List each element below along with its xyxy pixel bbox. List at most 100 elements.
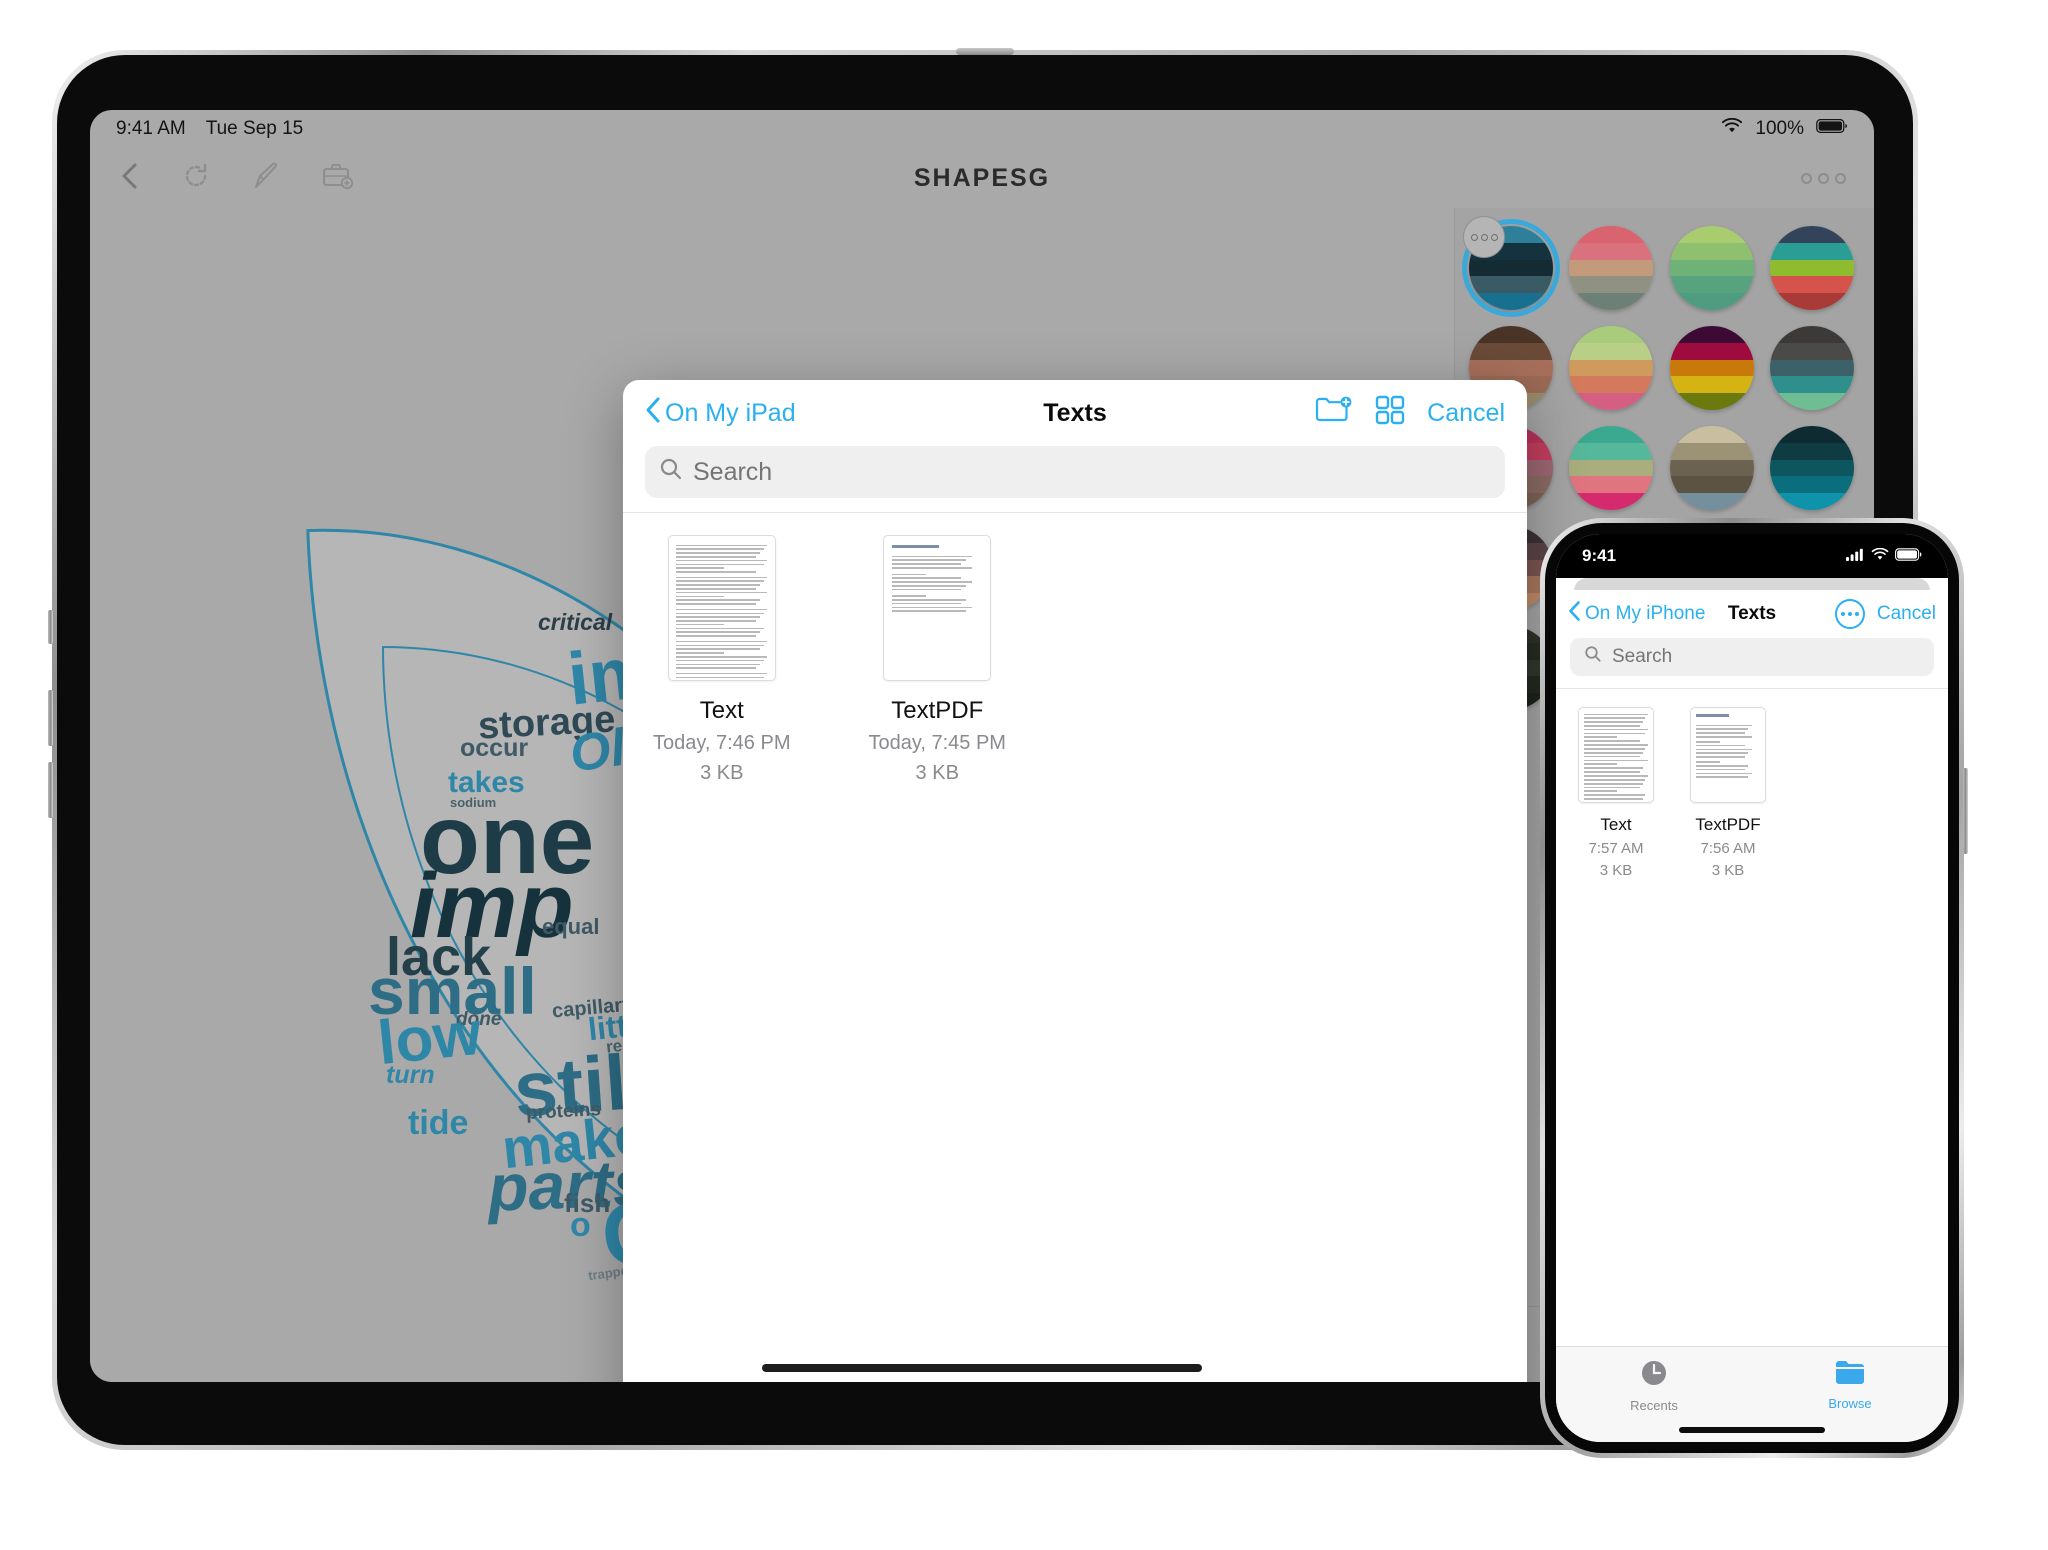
swatch-band: [1569, 393, 1654, 410]
thumbnail-lines: [1584, 713, 1648, 802]
swatch-band: [1769, 326, 1854, 343]
more-options-icon[interactable]: [1834, 599, 1865, 629]
selected-swatch-wrap: [1462, 216, 1560, 317]
file-item[interactable]: TextPDF 7:56 AM 3 KB: [1690, 707, 1766, 879]
file-date: Today, 7:45 PM: [868, 732, 1006, 754]
swatch-band: [1669, 426, 1754, 443]
ipad-power-button[interactable]: [48, 610, 53, 644]
ipad-volume-up-button[interactable]: [48, 690, 53, 746]
swatch-band: [1669, 326, 1754, 343]
swatch-band: [1769, 342, 1854, 360]
tab-recents[interactable]: Recents: [1556, 1359, 1752, 1413]
iphone-status-time: 9:41: [1582, 546, 1617, 565]
swatch-band: [1669, 442, 1754, 460]
palette-swatch-navy-cyan[interactable]: [1769, 426, 1854, 510]
iphone-search-input[interactable]: [1612, 646, 1920, 668]
screenshot-stage: 9:41 AM Tue Sep 15 100% SHAPESG critical…: [0, 0, 2048, 1550]
file-size: 3 KB: [915, 762, 959, 784]
ipad-app-toolbar: SHAPESG: [90, 148, 1874, 208]
palette-swatch-magenta-gold[interactable]: [1669, 326, 1754, 410]
palette-swatch-sand-olive[interactable]: [1669, 426, 1754, 510]
file-name: TextPDF: [1695, 815, 1761, 834]
swatch-band: [1569, 276, 1654, 294]
ipad-picker-nav: On My iPad Texts Cancel: [623, 380, 1527, 446]
ipad-files-area: Text Today, 7:46 PM 3 KB TextPDF Today, 7:45…: [623, 512, 1527, 1382]
text-thumbnail: [1578, 707, 1654, 803]
iphone-files-grid: Text 7:57 AM 3 KB TextPDF 7:56 AM 3 KB: [1556, 689, 1948, 879]
palette-swatch-teal-lime-red[interactable]: [1769, 226, 1854, 310]
palette-swatch-lime-orange-pink[interactable]: [1569, 326, 1654, 410]
swatch-more-icon[interactable]: [1463, 216, 1505, 258]
file-item[interactable]: Text 7:57 AM 3 KB: [1578, 707, 1654, 879]
swatch-band: [1569, 442, 1654, 460]
swatch-band: [1569, 293, 1654, 310]
ipad-home-indicator[interactable]: [762, 1364, 1202, 1372]
swatch-band: [1569, 426, 1654, 443]
palette-swatch-charcoal-teal[interactable]: [1769, 326, 1854, 410]
iphone-picker-back-button[interactable]: On My iPhone: [1568, 600, 1705, 628]
palette-swatch-teal-pink[interactable]: [1569, 426, 1654, 510]
swatch-band: [1469, 359, 1553, 377]
back-chevron-icon: [1568, 600, 1581, 628]
swatch-band: [1669, 276, 1754, 294]
tab-label: Recents: [1630, 1398, 1678, 1413]
swatch-band: [1669, 242, 1754, 260]
grid-view-icon[interactable]: [1375, 395, 1405, 432]
iphone-status-bar: 9:41: [1556, 534, 1948, 578]
iphone-picker-cancel-button[interactable]: Cancel: [1877, 603, 1936, 625]
pdf-thumbnail: [1690, 707, 1766, 803]
wordcloud-word: critical: [538, 609, 613, 635]
pdf-heading: [1696, 713, 1730, 717]
ipad-picker-back-label: On My iPad: [665, 398, 796, 427]
swatch-band: [1769, 493, 1854, 510]
back-chevron-icon: [645, 396, 661, 431]
iphone-files-area: Text 7:57 AM 3 KB TextPDF 7:56 AM 3 KB: [1556, 688, 1948, 1344]
iphone-picker-nav: On My iPhone Texts Cancel: [1556, 590, 1948, 638]
iphone-home-indicator[interactable]: [1679, 1427, 1825, 1433]
file-item[interactable]: Text Today, 7:46 PM 3 KB: [653, 535, 790, 785]
ipad-picker-back-button[interactable]: On My iPad: [645, 396, 796, 431]
palette-swatch-rose-tan[interactable]: [1569, 226, 1654, 310]
ipad-search-bar[interactable]: [645, 446, 1505, 498]
new-folder-icon[interactable]: [1315, 394, 1353, 433]
swatch-band: [1769, 376, 1854, 394]
wordcloud-word: occur: [460, 734, 529, 762]
swatch-band: [1769, 393, 1854, 410]
ipad-search-input[interactable]: [693, 457, 1491, 487]
swatch-band: [1669, 342, 1754, 360]
wifi-icon: [1871, 546, 1889, 566]
pdf-heading: [891, 544, 940, 548]
swatch-band: [1669, 226, 1754, 243]
wordcloud-word: tide: [408, 1104, 469, 1142]
swatch-band: [1569, 259, 1654, 277]
palette-swatch-green-gradient[interactable]: [1669, 226, 1754, 310]
swatch-band: [1669, 476, 1754, 494]
swatch-band: [1569, 242, 1654, 260]
swatch-band: [1569, 376, 1654, 394]
ipad-document-picker: On My iPad Texts Cancel Search Text Toda…: [623, 380, 1527, 1382]
iphone-search-wrap: [1556, 638, 1948, 688]
wordcloud-word: equal: [542, 914, 600, 939]
file-date: 7:56 AM: [1700, 840, 1756, 857]
cellular-bars-icon: [1846, 546, 1865, 566]
iphone-power-button[interactable]: [1963, 768, 1968, 854]
iphone-search-bar[interactable]: [1570, 638, 1934, 676]
file-size: 3 KB: [700, 762, 744, 784]
wordcloud-word: turn: [386, 1061, 435, 1089]
swatch-band: [1669, 259, 1754, 277]
tab-browse[interactable]: Browse: [1752, 1359, 1948, 1411]
ipad-search-wrap: [623, 446, 1527, 512]
file-item[interactable]: TextPDF Today, 7:45 PM 3 KB: [868, 535, 1006, 785]
swatch-band: [1469, 326, 1553, 343]
swatch-band: [1769, 459, 1854, 477]
swatch-band: [1769, 442, 1854, 460]
swatch-band: [1569, 476, 1654, 494]
ipad-picker-cancel-button[interactable]: Cancel: [1427, 399, 1505, 428]
swatch-band: [1569, 459, 1654, 477]
swatch-band: [1569, 493, 1654, 510]
swatch-band: [1469, 342, 1553, 360]
swatch-band: [1569, 226, 1654, 243]
ipad-volume-down-button[interactable]: [48, 762, 53, 818]
swatch-band: [1769, 476, 1854, 494]
ipad-status-date: Tue Sep 15: [205, 118, 304, 139]
